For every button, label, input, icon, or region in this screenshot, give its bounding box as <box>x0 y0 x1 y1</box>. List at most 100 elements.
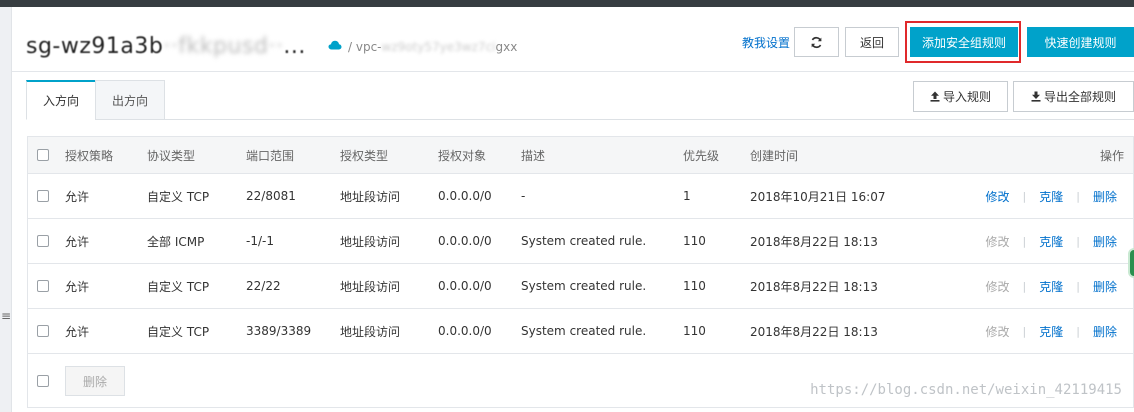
cell-auth-type: 地址段访问 <box>340 279 401 294</box>
action-separator: | <box>1022 234 1027 248</box>
row-checkbox[interactable] <box>37 280 49 292</box>
header-port-range: 端口范围 <box>246 148 295 163</box>
vpc-prefix: / vpc- <box>348 40 382 54</box>
action-separator: | <box>1076 189 1080 203</box>
cell-auth-target: 0.0.0.0/0 <box>438 279 492 293</box>
header-auth-type: 授权类型 <box>340 148 389 163</box>
import-rules-button[interactable]: 导入规则 <box>913 81 1008 112</box>
cell-priority: 110 <box>683 234 706 248</box>
clone-rule-link[interactable]: 克隆 <box>1039 323 1063 340</box>
vpc-id-obscured: wz9oty57ye3wz7ci <box>381 40 496 54</box>
cell-protocol: 自定义 TCP <box>147 279 210 294</box>
action-separator: | <box>1076 279 1080 293</box>
cell-auth-target: 0.0.0.0/0 <box>438 324 492 338</box>
page-title: sg-wz91a3b··fkkpusd··... <box>26 34 306 59</box>
action-separator: | <box>1022 189 1027 203</box>
tab-outbound[interactable]: 出方向 <box>95 80 165 120</box>
table-row: 允许 自定义 TCP 22/22 地址段访问 0.0.0.0/0 System … <box>28 264 1133 309</box>
header-divider <box>12 71 1134 72</box>
clone-rule-link[interactable]: 克隆 <box>1039 188 1063 205</box>
header-actions: 操作 <box>1099 148 1124 163</box>
floating-assistant-handle[interactable] <box>1128 248 1134 278</box>
cell-policy: 允许 <box>65 189 90 204</box>
tab-inbound[interactable]: 入方向 <box>26 80 96 120</box>
refresh-icon <box>811 36 822 48</box>
tab-baseline <box>165 119 1134 120</box>
clone-rule-link[interactable]: 克隆 <box>1039 278 1063 295</box>
row-actions: 修改 | 克隆 | 删除 <box>986 264 1117 308</box>
cell-port-range: 22/22 <box>246 279 281 293</box>
action-separator: | <box>1076 324 1080 338</box>
cell-description: System created rule. <box>521 279 647 293</box>
action-separator: | <box>1022 324 1027 338</box>
cell-created-time: 2018年10月21日 16:07 <box>750 189 886 204</box>
header-auth-target: 授权对象 <box>438 148 487 163</box>
cell-policy: 允许 <box>65 324 90 339</box>
back-button[interactable]: 返回 <box>845 27 899 57</box>
console-top-bar <box>0 0 1134 7</box>
cell-created-time: 2018年8月22日 18:13 <box>750 234 878 249</box>
header-priority: 优先级 <box>683 148 720 163</box>
cell-protocol: 全部 ICMP <box>147 234 205 249</box>
cell-priority: 110 <box>683 279 706 293</box>
header-description: 描述 <box>521 148 546 163</box>
highlight-outline <box>905 21 1021 63</box>
delete-rule-link[interactable]: 删除 <box>1093 323 1117 340</box>
batch-delete-button: 删除 <box>65 366 125 396</box>
cell-description: System created rule. <box>521 324 647 338</box>
cell-auth-type: 地址段访问 <box>340 324 401 339</box>
clone-rule-link[interactable]: 克隆 <box>1039 233 1063 250</box>
table-header: 授权策略 协议类型 端口范围 授权类型 授权对象 描述 优先级 创建时间 操作 <box>28 137 1133 174</box>
cell-port-range: 3389/3389 <box>246 324 312 338</box>
table-row: 允许 自定义 TCP 22/8081 地址段访问 0.0.0.0/0 - 1 2… <box>28 174 1133 219</box>
action-separator: | <box>1076 234 1080 248</box>
import-rules-label: 导入规则 <box>942 90 991 104</box>
action-separator: | <box>1022 279 1027 293</box>
help-setup-link[interactable]: 教我设置 <box>742 34 790 51</box>
cell-auth-type: 地址段访问 <box>340 234 401 249</box>
security-group-id-obscured: ··fkkpusd·· <box>163 34 284 59</box>
cell-policy: 允许 <box>65 234 90 249</box>
row-checkbox[interactable] <box>37 325 49 337</box>
table-row: 允许 自定义 TCP 3389/3389 地址段访问 0.0.0.0/0 Sys… <box>28 309 1133 354</box>
export-all-rules-button[interactable]: 导出全部规则 <box>1013 81 1134 112</box>
row-checkbox[interactable] <box>37 190 49 202</box>
watermark: https://blog.csdn.net/weixin_42119415 <box>810 382 1122 398</box>
cell-created-time: 2018年8月22日 18:13 <box>750 324 878 339</box>
security-group-id: sg-wz91a3b <box>26 34 164 59</box>
header-policy: 授权策略 <box>65 148 114 163</box>
left-collapsed-sidebar[interactable]: ≡ <box>0 7 12 412</box>
delete-rule-link[interactable]: 删除 <box>1093 188 1117 205</box>
cell-created-time: 2018年8月22日 18:13 <box>750 279 878 294</box>
row-checkbox[interactable] <box>37 235 49 247</box>
edit-rule-link: 修改 <box>985 279 1010 294</box>
title-ellipsis: ... <box>283 34 306 59</box>
cell-auth-target: 0.0.0.0/0 <box>438 234 492 248</box>
footer-select-all-checkbox[interactable] <box>37 374 49 387</box>
delete-rule-link[interactable]: 删除 <box>1093 278 1117 295</box>
cell-policy: 允许 <box>65 279 90 294</box>
cell-description: - <box>521 189 526 203</box>
table-row: 允许 全部 ICMP -1/-1 地址段访问 0.0.0.0/0 System … <box>28 219 1133 264</box>
export-all-rules-label: 导出全部规则 <box>1043 90 1116 104</box>
cell-description: System created rule. <box>521 234 647 248</box>
quick-create-rule-button[interactable]: 快速创建规则 <box>1027 27 1134 57</box>
cell-port-range: -1/-1 <box>246 234 274 248</box>
refresh-button[interactable] <box>794 27 839 57</box>
cell-priority: 110 <box>683 324 706 338</box>
vpc-id: / vpc-wz9oty57ye3wz7cigxx <box>348 40 517 54</box>
select-all-checkbox[interactable] <box>37 149 49 161</box>
cell-protocol: 自定义 TCP <box>147 324 210 339</box>
menu-icon[interactable]: ≡ <box>0 309 12 325</box>
delete-rule-link[interactable]: 删除 <box>1093 233 1117 250</box>
row-actions: 修改 | 克隆 | 删除 <box>986 309 1117 353</box>
cell-protocol: 自定义 TCP <box>147 189 210 204</box>
download-icon <box>1031 91 1041 102</box>
edit-rule-link: 修改 <box>985 234 1010 249</box>
cell-priority: 1 <box>683 189 691 203</box>
cell-auth-target: 0.0.0.0/0 <box>438 189 492 203</box>
cell-auth-type: 地址段访问 <box>340 189 401 204</box>
vpc-suffix: gxx <box>495 40 518 54</box>
edit-rule-link[interactable]: 修改 <box>986 188 1010 205</box>
row-actions: 修改 | 克隆 | 删除 <box>986 219 1117 263</box>
